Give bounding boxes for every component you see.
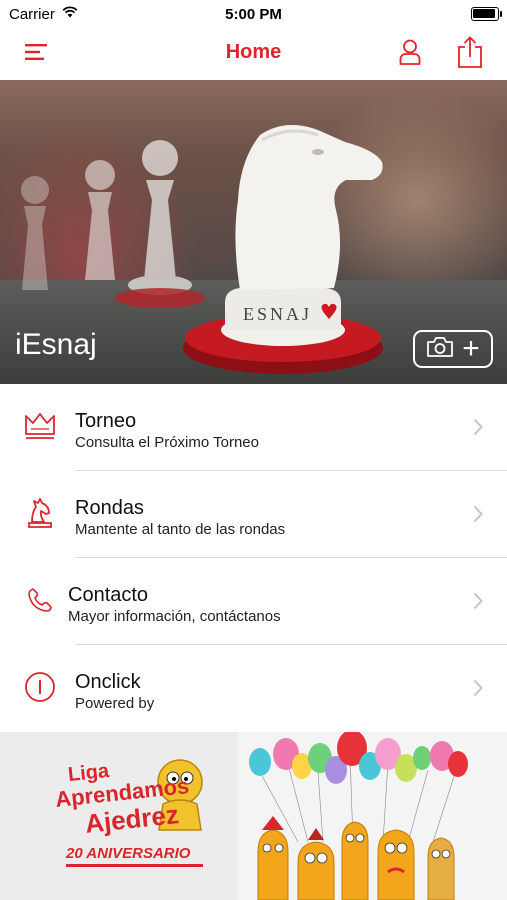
user-icon <box>399 39 421 70</box>
share-button[interactable] <box>452 35 488 73</box>
menu-item-subtitle: Mayor información, contáctanos <box>68 608 281 625</box>
menu-item-subtitle: Powered by <box>75 695 155 712</box>
promo-banner[interactable]: Liga Aprendamos Ajedrez 20 ANIVERSARIO <box>0 732 507 900</box>
camera-icon <box>426 336 454 363</box>
balloons-and-chess-characters <box>249 732 468 900</box>
status-bar: Carrier 5:00 PM <box>0 0 507 28</box>
plus-icon: + <box>462 332 480 365</box>
chevron-right-icon <box>473 592 483 615</box>
banner-anniversary-text: 20 ANIVERSARIO <box>66 845 191 862</box>
banner-illustration <box>238 732 507 900</box>
menu-item-subtitle: Mantente al tanto de las rondas <box>75 521 286 538</box>
menu-item-title: Rondas <box>75 497 144 519</box>
page-title: Home <box>225 41 282 63</box>
navigation-bar: Home <box>0 28 507 80</box>
menu-item-subtitle: Consulta el Próximo Torneo <box>75 434 259 451</box>
hero-image: ESNAJ iEsnaj + <box>0 80 507 384</box>
menu-list: Torneo Consulta el Próximo Torneo Rondas… <box>0 384 507 732</box>
chevron-right-icon <box>473 418 483 441</box>
banner-underline <box>66 864 203 867</box>
piece-engraving: ESNAJ <box>243 304 312 324</box>
menu-item-onclick[interactable]: Onclick Powered by <box>0 645 507 732</box>
phone-icon <box>22 582 58 618</box>
menu-item-title: Onclick <box>75 671 141 693</box>
profile-button[interactable] <box>392 36 428 72</box>
crown-icon <box>22 408 58 444</box>
menu-item-rondas[interactable]: Rondas Mantente al tanto de las rondas <box>0 471 507 558</box>
menu-item-contacto[interactable]: Contacto Mayor información, contáctanos <box>0 558 507 645</box>
menu-item-torneo[interactable]: Torneo Consulta el Próximo Torneo <box>0 384 507 471</box>
menu-item-title: Contacto <box>68 584 149 606</box>
status-time: 5:00 PM <box>225 6 282 23</box>
hero-caption: iEsnaj <box>15 328 97 361</box>
knight-icon <box>22 495 58 531</box>
add-photo-button[interactable]: + <box>413 330 493 368</box>
chevron-right-icon <box>473 679 483 702</box>
menu-item-title: Torneo <box>75 410 137 432</box>
chevron-right-icon <box>473 505 483 528</box>
battery-icon <box>471 7 502 21</box>
info-icon <box>22 669 58 705</box>
banner-logo-panel: Liga Aprendamos Ajedrez 20 ANIVERSARIO <box>0 732 238 900</box>
share-icon <box>457 35 483 73</box>
